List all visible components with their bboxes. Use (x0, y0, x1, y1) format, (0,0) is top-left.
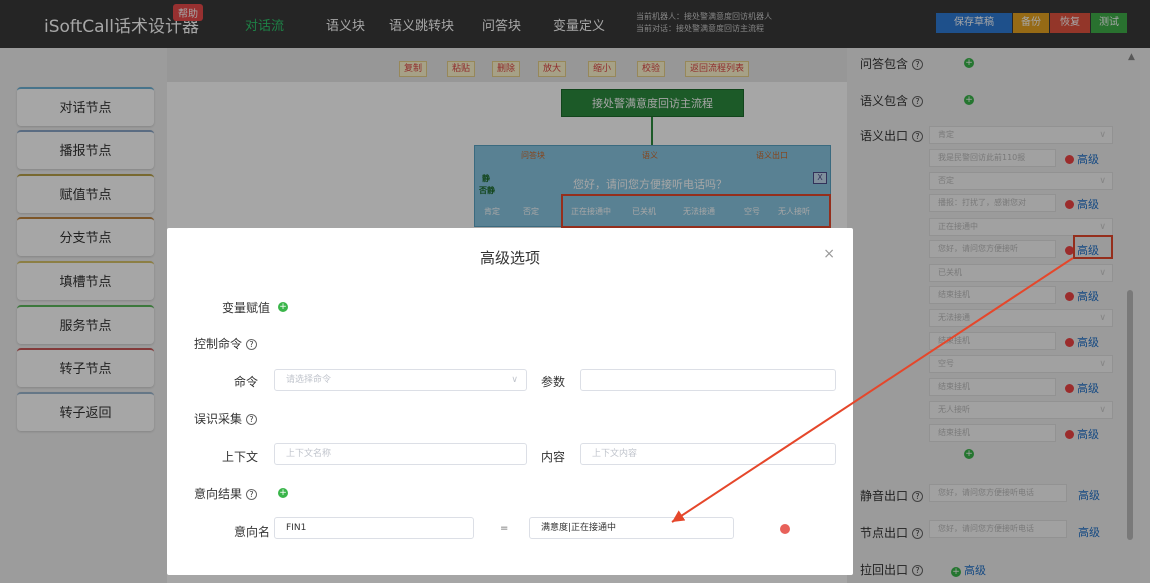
context-input[interactable]: 上下文名称 (274, 443, 527, 465)
help-icon: ? (246, 339, 258, 350)
content-input[interactable]: 上下文内容 (580, 443, 836, 465)
intent-value-input[interactable]: 满意度|正在接通中 (529, 517, 734, 539)
param-input[interactable] (580, 369, 836, 391)
equals-sign: = (500, 523, 509, 534)
add-var-assign-icon[interactable]: + (278, 302, 288, 312)
context-label: 上下文 (222, 450, 259, 464)
cmd-select[interactable]: 请选择命令 ∨ (274, 369, 527, 391)
remove-intent-icon[interactable] (780, 524, 790, 534)
close-icon[interactable]: × (823, 246, 835, 262)
control-cmd-label: 控制命令? (194, 335, 258, 352)
intent-result-label: 意向结果? (194, 485, 258, 502)
help-icon: ? (246, 489, 258, 500)
intent-name-input[interactable]: FIN1 (274, 517, 474, 539)
cmd-label: 命令 (234, 375, 259, 389)
help-icon: ? (246, 414, 258, 425)
param-label: 参数 (541, 375, 566, 389)
dialog-title: 高级选项 (479, 249, 540, 267)
advanced-options-dialog: 高级选项 × 变量赋值 + 控制命令? 命令 请选择命令 ∨ 参数 误识采集? 上… (167, 228, 853, 575)
add-intent-icon[interactable]: + (278, 488, 288, 498)
var-assign-label: 变量赋值 (222, 301, 271, 315)
content-label: 内容 (541, 450, 566, 464)
intent-name-label: 意向名 (234, 525, 271, 539)
chevron-down-icon: ∨ (511, 375, 518, 385)
misrecog-label: 误识采集? (194, 410, 258, 427)
